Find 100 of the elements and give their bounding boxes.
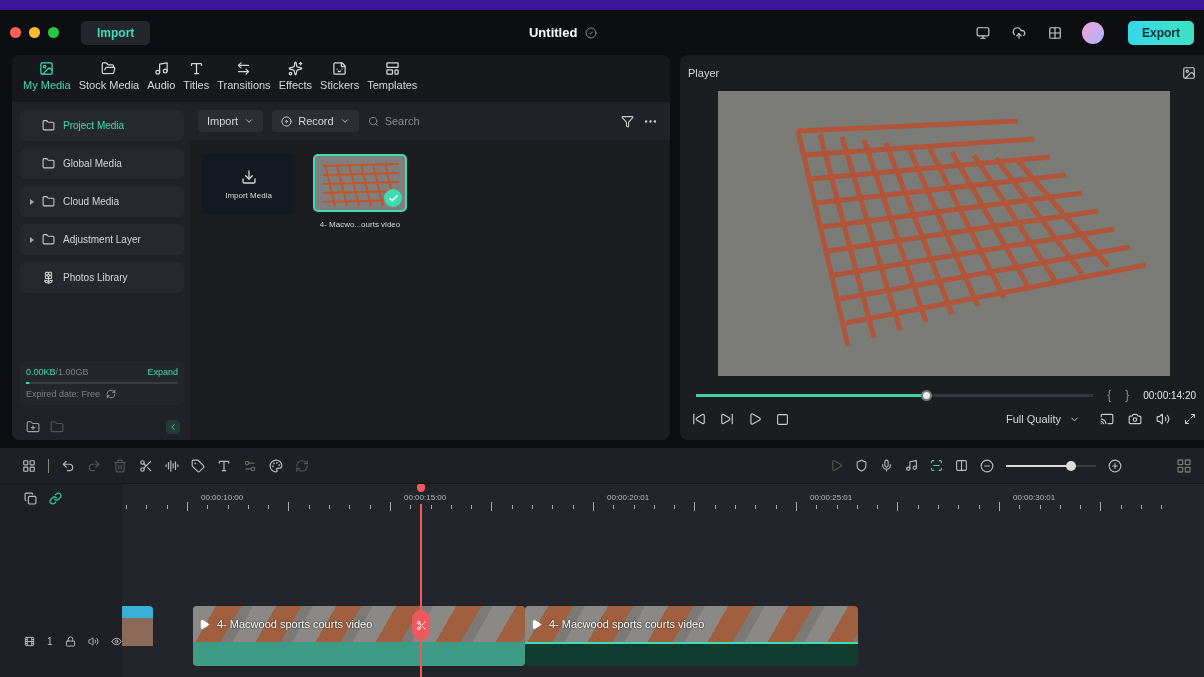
video-clip[interactable]: 4- Macwood sports courts video: [525, 606, 858, 666]
chevron-left-icon: [168, 422, 178, 432]
expand-link[interactable]: Expand: [147, 367, 178, 377]
zoom-out-icon[interactable]: [980, 458, 994, 473]
media-tab[interactable]: Transitions: [214, 59, 274, 102]
media-tab[interactable]: Titles: [180, 59, 213, 102]
sidebar-item[interactable]: Adjustment Layer: [20, 224, 184, 255]
quality-dropdown[interactable]: Full Quality: [999, 412, 1086, 426]
undo-icon[interactable]: [61, 458, 75, 473]
image-icon: [39, 61, 55, 76]
slider-thumb[interactable]: [1065, 460, 1076, 471]
sparkles-icon: [287, 61, 303, 76]
arrows-icon: [236, 61, 252, 76]
text-icon: [188, 61, 204, 76]
avatar[interactable]: [1082, 21, 1104, 44]
record-dropdown[interactable]: Record: [272, 110, 359, 132]
minimize-dot[interactable]: [29, 27, 40, 38]
audio-icon[interactable]: [165, 458, 179, 473]
expired-date: Expired date: Free: [26, 389, 101, 399]
new-folder-icon[interactable]: [26, 420, 40, 434]
snap-icon[interactable]: [930, 459, 943, 472]
ruler-time: 00:00:25:01: [810, 493, 853, 502]
export-button[interactable]: Export: [1128, 20, 1194, 45]
playhead-handle[interactable]: [417, 484, 425, 492]
media-tab[interactable]: Templates: [364, 59, 421, 102]
storage-usage: 0.00KB/1.00GB: [26, 367, 89, 377]
clip-title: 4- Macwood sports courts video: [217, 618, 373, 630]
color-icon[interactable]: [269, 458, 283, 473]
previous-frame-icon[interactable]: [692, 412, 706, 426]
adjust-icon[interactable]: [243, 458, 257, 473]
add-track-icon[interactable]: [24, 492, 37, 505]
saved-status-icon: [585, 26, 598, 39]
media-tab[interactable]: Stock Media: [75, 59, 143, 102]
eye-icon[interactable]: [110, 636, 122, 647]
music-icon: [153, 61, 169, 76]
video-track-icon: [24, 636, 35, 647]
display-icon[interactable]: [1100, 412, 1114, 426]
sidebar-item[interactable]: Project Media: [20, 110, 184, 141]
search-field[interactable]: Search: [382, 114, 583, 128]
folder-icon: [42, 157, 55, 170]
expand-arrow-icon[interactable]: [30, 236, 34, 243]
zoom-in-icon[interactable]: [1108, 458, 1122, 473]
close-dot[interactable]: [10, 27, 21, 38]
folder-icon: [101, 61, 117, 76]
scissors-icon[interactable]: [412, 610, 430, 640]
link-icon[interactable]: [49, 492, 62, 505]
video-clip[interactable]: 4- Macwood sports courts video: [193, 606, 525, 666]
refresh-icon[interactable]: [106, 389, 117, 399]
volume-icon[interactable]: [1156, 412, 1170, 426]
import-dropdown[interactable]: Import: [198, 110, 264, 132]
next-frame-icon[interactable]: [720, 412, 734, 426]
maximize-dot[interactable]: [48, 27, 59, 38]
ruler-time: 00:00:15:00: [404, 493, 447, 502]
stop-icon[interactable]: [776, 412, 789, 426]
sidebar-item[interactable]: Cloud Media: [20, 186, 184, 217]
sidebar-item[interactable]: Photos Library: [20, 262, 184, 293]
media-tab[interactable]: Stickers: [317, 59, 363, 102]
media-tab[interactable]: Effects: [275, 59, 316, 102]
record-icon: [281, 115, 293, 127]
player-title: Player: [688, 67, 720, 79]
flower-icon: [42, 271, 55, 284]
folder-icon: [42, 195, 55, 208]
search-icon: [367, 115, 379, 127]
camera-icon[interactable]: [1128, 412, 1142, 426]
timecode: 00:00:14:20: [1143, 389, 1196, 401]
lock-icon[interactable]: [64, 636, 76, 647]
play-icon: [531, 618, 542, 630]
mark-out-button[interactable]: }: [1125, 388, 1130, 402]
sticker-icon: [332, 61, 348, 76]
media-tab[interactable]: Audio: [144, 59, 179, 102]
play-icon[interactable]: [748, 412, 762, 426]
mark-in-button[interactable]: {: [1107, 388, 1112, 402]
media-tab[interactable]: My Media: [20, 59, 74, 102]
video-thumbnail[interactable]: [313, 154, 407, 212]
scissors-icon[interactable]: [139, 458, 153, 473]
filter-icon[interactable]: [621, 114, 634, 128]
fit-icon[interactable]: [955, 459, 968, 472]
cloud-upload-icon[interactable]: [1012, 25, 1026, 40]
mute-icon[interactable]: [87, 636, 99, 647]
fullscreen-icon[interactable]: [1184, 413, 1196, 425]
play-icon: [199, 618, 210, 630]
grid-icon[interactable]: [1048, 25, 1062, 40]
ruler-time: 00:00:10:00: [201, 493, 244, 502]
clip-stub[interactable]: [122, 606, 153, 646]
collapse-button[interactable]: [166, 420, 180, 434]
caret-icon: [244, 116, 255, 126]
layout-grid-icon[interactable]: [22, 458, 36, 473]
folder-icon: [42, 119, 55, 132]
caret-icon: [339, 116, 350, 126]
snapshot-icon[interactable]: [1182, 66, 1196, 80]
sidebar-item[interactable]: Global Media: [20, 148, 184, 179]
import-media-tile[interactable]: Import Media: [202, 154, 295, 214]
slider-thumb[interactable]: [921, 389, 933, 401]
import-button[interactable]: Import: [81, 20, 151, 45]
tag-icon[interactable]: [191, 458, 205, 473]
expand-arrow-icon[interactable]: [30, 198, 34, 205]
mic-icon[interactable]: [880, 459, 893, 472]
text-icon[interactable]: [217, 458, 231, 473]
music-list-icon[interactable]: [905, 459, 918, 472]
marker-icon[interactable]: [855, 459, 868, 472]
